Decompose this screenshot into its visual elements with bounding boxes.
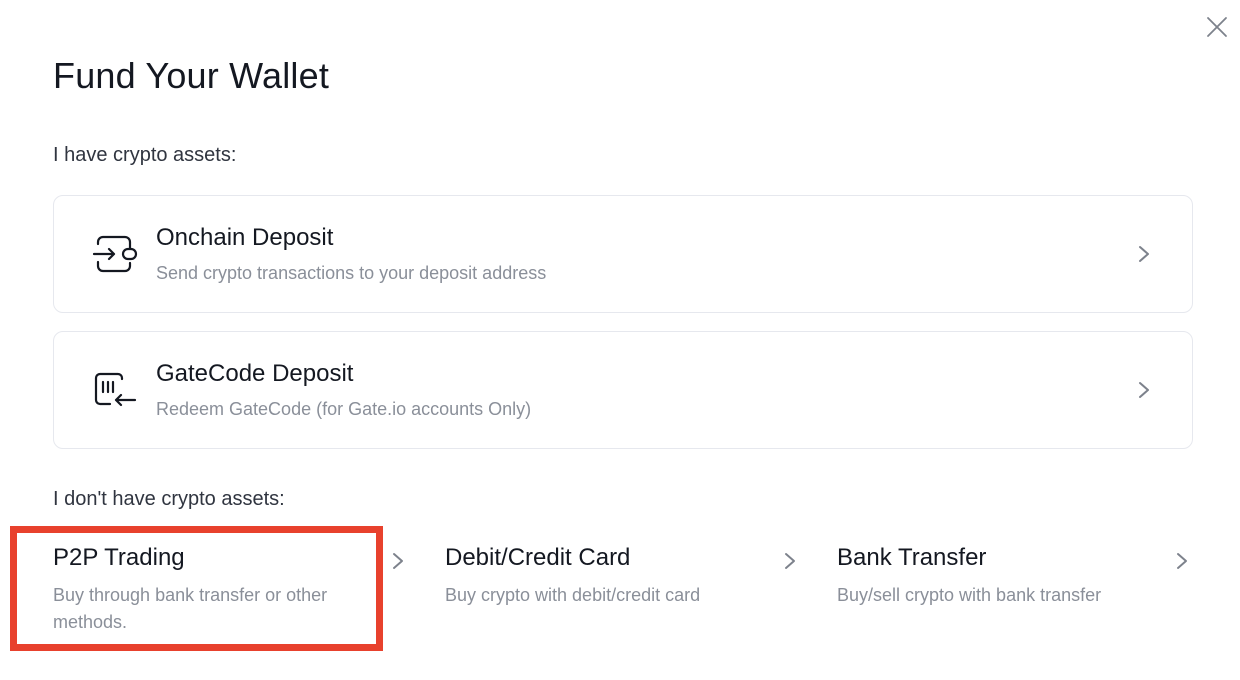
transfer-in-icon [92,235,138,273]
gatecode-deposit-description: Redeem GateCode (for Gate.io accounts On… [156,399,532,419]
bank-transfer-title: Bank Transfer [837,544,987,571]
onchain-deposit-card[interactable]: Onchain Deposit Send crypto transactions… [53,195,1193,313]
have-assets-label: I have crypto assets: [53,144,237,166]
chevron-right-icon [393,553,403,569]
onchain-deposit-description: Send crypto transactions to your deposit… [156,263,547,283]
debit-credit-card-title: Debit/Credit Card [445,544,631,571]
p2p-trading-option[interactable]: P2P Trading Buy through bank transfer or… [53,540,403,640]
chevron-right-icon [1139,382,1149,398]
chevron-right-icon [785,553,795,569]
debit-credit-card-description: Buy crypto with debit/credit card [445,585,701,605]
close-icon [1207,17,1227,37]
code-redeem-icon [94,372,137,407]
bank-transfer-option[interactable]: Bank Transfer Buy/sell crypto with bank … [837,540,1187,640]
gatecode-deposit-card[interactable]: GateCode Deposit Redeem GateCode (for Ga… [53,331,1193,449]
page-title: Fund Your Wallet [53,55,330,96]
bank-transfer-description: Buy/sell crypto with bank transfer [837,585,1102,605]
debit-credit-card-option[interactable]: Debit/Credit Card Buy crypto with debit/… [445,540,795,640]
chevron-right-icon [1139,246,1149,262]
close-button[interactable] [1203,13,1231,41]
gatecode-deposit-title: GateCode Deposit [156,360,354,387]
p2p-trading-description: Buy through bank transfer or other metho… [53,585,328,632]
chevron-right-icon [1177,553,1187,569]
no-assets-label: I don't have crypto assets: [53,488,285,510]
onchain-deposit-title: Onchain Deposit [156,224,334,251]
p2p-trading-title: P2P Trading [53,544,185,571]
